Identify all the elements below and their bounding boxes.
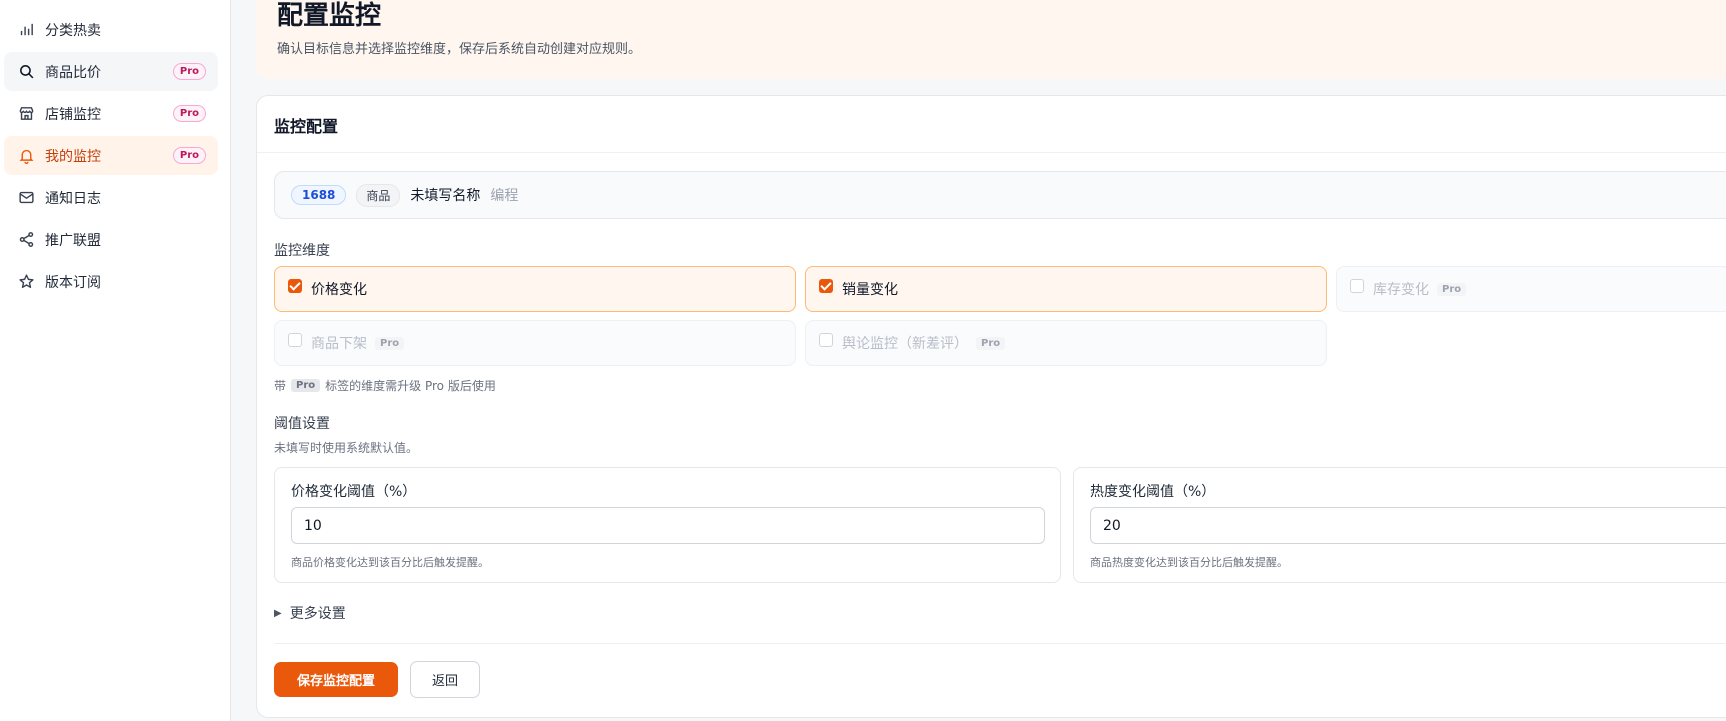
sidebar-item-store-monitor[interactable]: 店铺监控 Pro xyxy=(4,94,218,133)
divider xyxy=(257,152,1726,153)
dimension-label: 商品下架 xyxy=(311,336,367,352)
pro-hint: 带 Pro 标签的维度需升级 Pro 版后使用 xyxy=(274,377,496,394)
hint-suffix: 标签的维度需升级 Pro 版后使用 xyxy=(325,379,496,393)
threshold-field-label: 价格变化阈值（%） xyxy=(291,484,417,500)
dimensions-label: 监控维度 xyxy=(274,243,330,259)
star-icon xyxy=(16,272,36,292)
checkbox-checked[interactable] xyxy=(288,279,302,293)
sidebar-item-price-compare[interactable]: 商品比价 Pro xyxy=(4,52,218,91)
sidebar-item-label: 通知日志 xyxy=(45,190,101,207)
threshold-label: 阈值设置 xyxy=(274,416,330,432)
hint-prefix: 带 xyxy=(274,379,287,393)
pro-badge: Pro xyxy=(172,105,206,122)
save-button[interactable]: 保存监控配置 xyxy=(274,662,398,697)
target-name: 未填写名称 xyxy=(410,188,481,204)
sidebar-item-subscription[interactable]: 版本订阅 xyxy=(4,262,218,301)
sidebar: 分类热卖 商品比价 Pro 店铺监控 Pro 我的监控 Pro 通知日志 推广联… xyxy=(0,0,231,721)
sidebar-item-label: 商品比价 xyxy=(45,64,101,81)
target-info: 1688 商品 未填写名称 编程 xyxy=(274,171,1726,219)
sidebar-item-affiliate[interactable]: 推广联盟 xyxy=(4,220,218,259)
threshold-help: 商品价格变化达到该百分比后触发提醒。 xyxy=(291,556,489,569)
sidebar-item-category-hot[interactable]: 分类热卖 xyxy=(4,10,218,49)
price-threshold-box: 价格变化阈值（%） 商品价格变化达到该百分比后触发提醒。 xyxy=(274,467,1061,583)
bell-icon xyxy=(16,146,36,166)
triangle-right-icon: ▶ xyxy=(274,607,282,619)
platform-tag: 1688 xyxy=(291,185,347,205)
dimension-label: 库存变化 xyxy=(1373,282,1429,298)
checkbox-disabled xyxy=(1350,279,1364,293)
pro-badge: Pro xyxy=(172,147,206,164)
search-icon xyxy=(16,62,36,82)
sidebar-item-label: 推广联盟 xyxy=(45,232,101,249)
dimension-delisted: 商品下架 Pro xyxy=(274,320,796,366)
threshold-subtitle: 未填写时使用系统默认值。 xyxy=(274,441,419,455)
dimension-label: 舆论监控（新差评） xyxy=(842,336,968,352)
store-icon xyxy=(16,104,36,124)
sidebar-item-notify-log[interactable]: 通知日志 xyxy=(4,178,218,217)
checkbox-disabled xyxy=(288,333,302,347)
sidebar-item-label: 店铺监控 xyxy=(45,106,101,123)
dimension-opinion: 舆论监控（新差评） Pro xyxy=(805,320,1327,366)
dimension-price-change[interactable]: 价格变化 xyxy=(274,266,796,312)
pro-tag: Pro xyxy=(976,336,1006,350)
checkbox-disabled xyxy=(819,333,833,347)
card-title: 监控配置 xyxy=(274,117,339,136)
dimension-label: 销量变化 xyxy=(842,282,898,298)
price-threshold-input[interactable] xyxy=(291,507,1045,544)
sidebar-item-label: 版本订阅 xyxy=(45,274,101,291)
pro-tag: Pro xyxy=(375,336,405,350)
heat-threshold-input[interactable] xyxy=(1090,507,1726,544)
pro-tag: Pro xyxy=(1437,282,1467,296)
threshold-help: 商品热度变化达到该百分比后触发提醒。 xyxy=(1090,556,1288,569)
dimension-stock-change: 库存变化 Pro xyxy=(1336,266,1726,312)
mail-icon xyxy=(16,188,36,208)
type-tag: 商品 xyxy=(356,183,401,207)
heat-threshold-box: 热度变化阈值（%） 商品热度变化达到该百分比后触发提醒。 xyxy=(1073,467,1726,583)
checkbox-checked[interactable] xyxy=(819,279,833,293)
page-title: 配置监控 xyxy=(277,1,382,31)
more-settings-toggle[interactable]: ▶ 更多设置 xyxy=(274,603,346,623)
target-category: 编程 xyxy=(490,188,519,204)
dimension-label: 价格变化 xyxy=(311,282,367,298)
divider xyxy=(274,643,1726,644)
sidebar-item-label: 分类热卖 xyxy=(45,22,101,39)
sidebar-item-label: 我的监控 xyxy=(45,148,101,165)
page-subtitle: 确认目标信息并选择监控维度，保存后系统自动创建对应规则。 xyxy=(277,42,642,57)
pro-tag: Pro xyxy=(291,379,321,392)
sidebar-item-my-monitor[interactable]: 我的监控 Pro xyxy=(4,136,218,175)
more-settings-label: 更多设置 xyxy=(289,606,346,622)
back-button[interactable]: 返回 xyxy=(410,661,480,698)
threshold-field-label: 热度变化阈值（%） xyxy=(1090,484,1216,500)
bar-chart-icon xyxy=(16,20,36,40)
dimension-sales-change[interactable]: 销量变化 xyxy=(805,266,1327,312)
pro-badge: Pro xyxy=(172,63,206,80)
share-icon xyxy=(16,230,36,250)
